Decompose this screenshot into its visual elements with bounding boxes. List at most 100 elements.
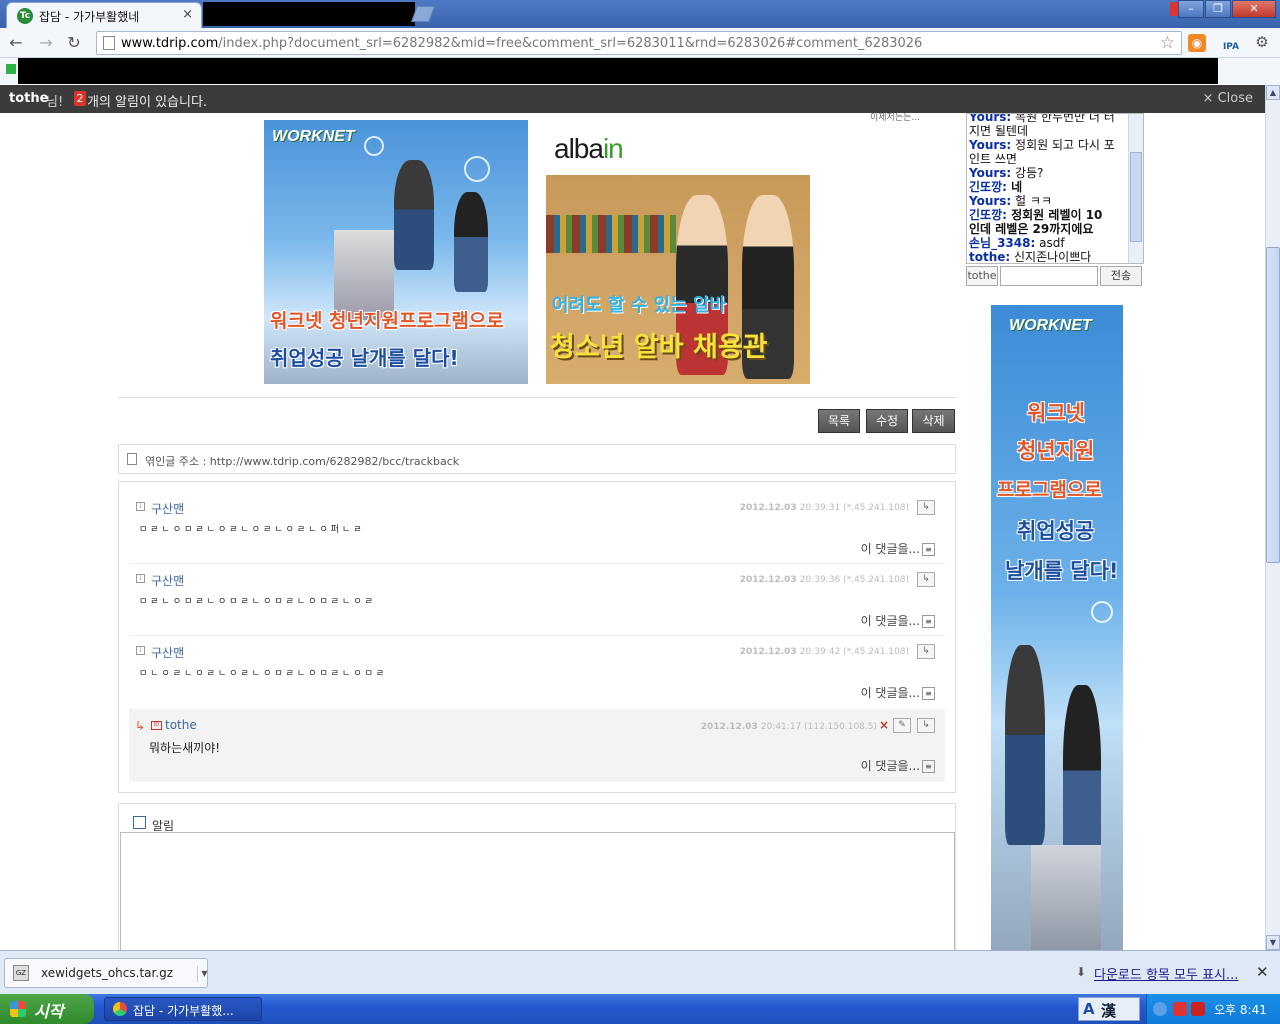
- notify-checkbox[interactable]: [133, 816, 146, 829]
- comment-actions[interactable]: 이 댓글을... ≡: [861, 612, 935, 629]
- browser-toolbar: ← → ↻ www.tdrip.com/index.php?document_s…: [0, 28, 1280, 58]
- worknet-ad-banner[interactable]: WORKNET 워크넷 청년지원프로그램으로 취업성공 날개를 달다!: [264, 120, 528, 384]
- chat-line: 인데 레벨은 29까지에요: [969, 222, 1127, 236]
- notify-count-badge[interactable]: 2: [74, 91, 86, 106]
- start-button[interactable]: 시작: [0, 994, 94, 1024]
- worknet-side-ad-banner[interactable]: WORKNET 워크넷 청년지원 프로그램으로 취업성공 날개를 달다!: [991, 305, 1123, 950]
- back-icon[interactable]: ←: [6, 33, 26, 53]
- tray-arrow-icon[interactable]: [1153, 1002, 1167, 1016]
- favicon-icon: Tc: [17, 8, 33, 24]
- worknet-headline-1: 워크넷 청년지원프로그램으로: [270, 310, 504, 332]
- wrench-icon[interactable]: ⚙: [1252, 33, 1272, 53]
- comment-meta: 2012.12.03 20:39:42 (*.45.241.108): [740, 647, 909, 657]
- comment-item: i 구산맨 2012.12.03 20:39:31 (*.45.241.108)…: [129, 500, 945, 564]
- list-button[interactable]: 목록: [818, 409, 860, 433]
- comment-item: i 구산맨 2012.12.03 20:39:36 (*.45.241.108)…: [129, 572, 945, 636]
- comment-menu-icon: ≡: [922, 543, 935, 556]
- url-path: /index.php?document_srl=6282982&mid=free…: [218, 36, 923, 51]
- taskbar-window-label: 잡담 - 가가부활했...: [133, 1004, 234, 1018]
- download-arrow-icon: ⬇: [1076, 965, 1087, 979]
- extension-ipa-icon[interactable]: IPA: [1220, 32, 1242, 54]
- chat-scrollbar[interactable]: [1128, 114, 1143, 263]
- chat-input[interactable]: [1000, 266, 1098, 286]
- reload-icon[interactable]: ↻: [64, 33, 84, 53]
- tab-active[interactable]: Tc 잡담 - 가가부활했네 ×: [6, 2, 202, 28]
- edit-button[interactable]: 수정: [866, 409, 908, 433]
- comment-time-ip: 20:41:17 (112.150.108.5): [760, 722, 877, 732]
- page-scrollbar[interactable]: ▲ ▼: [1265, 85, 1280, 950]
- close-window-icon[interactable]: ✕: [1232, 0, 1276, 18]
- side-headline-4: 취업성공: [1017, 519, 1095, 543]
- comment-meta: 2012.12.03 20:39:36 (*.45.241.108): [740, 575, 909, 585]
- chat-line: Yours: 복원 한두번만 더 터: [969, 114, 1127, 124]
- start-label: 시작: [34, 1002, 64, 1021]
- chat-top-snippet: 이제저는는...: [870, 113, 920, 123]
- tray-security-icon[interactable]: [1191, 1002, 1205, 1016]
- bookmark-star-icon[interactable]: ☆: [1160, 33, 1175, 53]
- ime-indicator[interactable]: A 漢: [1078, 997, 1140, 1021]
- comment-more-label: 이 댓글을...: [860, 614, 920, 628]
- scroll-thumb[interactable]: [1266, 247, 1280, 563]
- chat-nickname: tothe: [966, 266, 998, 286]
- comment-actions[interactable]: 이 댓글을... ≡: [861, 757, 935, 774]
- comment-author[interactable]: tothe: [165, 718, 197, 732]
- albain-logo[interactable]: albain: [554, 133, 624, 165]
- chat-line: 긴또깡: 정회원 레벨이 10: [969, 208, 1127, 222]
- chat-line: Yours: 헐 ㅋㅋ: [969, 194, 1127, 208]
- forward-icon[interactable]: →: [36, 33, 56, 53]
- chat-send-button[interactable]: 전송: [1100, 266, 1142, 286]
- comment-author[interactable]: 구산맨: [151, 644, 184, 661]
- notify-message[interactable]: 개의 알림이 있습니다.: [87, 91, 207, 110]
- trackback-url[interactable]: 엮인글 주소 : http://www.tdrip.com/6282982/bc…: [145, 453, 459, 469]
- reply-textarea[interactable]: [120, 832, 955, 950]
- restore-icon[interactable]: ❐: [1205, 0, 1231, 18]
- download-menu-icon[interactable]: ▼: [197, 966, 211, 982]
- comment-author[interactable]: 구산맨: [151, 572, 184, 589]
- show-all-downloads-link[interactable]: 다운로드 항목 모두 표시...: [1094, 964, 1238, 983]
- reply-icon[interactable]: ↳: [917, 644, 935, 659]
- comment-item-reply: ↳ ID tothe 2012.12.03 20:41:17 (112.150.…: [129, 709, 945, 782]
- comment-bullet-icon: i: [136, 574, 145, 583]
- comment-divider: [129, 635, 945, 636]
- comment-actions[interactable]: 이 댓글을... ≡: [861, 684, 935, 701]
- url-text[interactable]: www.tdrip.com/index.php?document_srl=628…: [121, 36, 922, 51]
- clock[interactable]: 오후 8:41: [1214, 1001, 1267, 1018]
- tab-close-icon[interactable]: ×: [182, 7, 193, 22]
- albain-headline-2: 청소년 알바 채용관: [550, 332, 768, 363]
- scroll-down-icon[interactable]: ▼: [1266, 935, 1280, 950]
- reply-icon[interactable]: ↳: [917, 572, 935, 587]
- chrome-icon: [113, 1002, 127, 1016]
- bookmark-app-icon[interactable]: [6, 64, 16, 74]
- comment-author[interactable]: 구산맨: [151, 500, 184, 517]
- albain-logo-in: in: [602, 133, 624, 164]
- minimize-icon[interactable]: –: [1178, 0, 1204, 18]
- comment-edit-icon[interactable]: ✎: [893, 718, 911, 733]
- delete-button[interactable]: 삭제: [912, 409, 955, 433]
- reply-icon[interactable]: ↳: [917, 500, 935, 515]
- address-bar[interactable]: www.tdrip.com/index.php?document_srl=628…: [96, 31, 1182, 55]
- albain-ad-banner[interactable]: 어려도 할 수 있는 알바 청소년 알바 채용관: [546, 175, 810, 384]
- chat-line: 긴또깡: 네: [969, 180, 1127, 194]
- rss-icon[interactable]: ◉: [1188, 34, 1206, 52]
- archive-file-icon: GZ: [13, 965, 29, 981]
- chat-line: tothe: 신지존나이쁘다: [969, 250, 1127, 263]
- chat-text: 네: [1006, 180, 1023, 194]
- chat-line: Yours: 강등?: [969, 166, 1127, 180]
- chat-sender: Yours:: [969, 166, 1012, 180]
- notify-close-button[interactable]: × Close: [1203, 91, 1253, 106]
- chat-input-row: tothe 전송: [966, 266, 1144, 286]
- comment-bullet-icon: i: [136, 502, 145, 511]
- download-item[interactable]: GZ xewidgets_ohcs.tar.gz ▼: [4, 958, 208, 988]
- chat-scroll-thumb[interactable]: [1130, 152, 1142, 242]
- close-shelf-icon[interactable]: ✕: [1256, 963, 1269, 981]
- chat-text: 정회원 레벨이 10: [1006, 208, 1103, 222]
- scroll-up-icon[interactable]: ▲: [1266, 85, 1280, 100]
- comment-actions[interactable]: 이 댓글을... ≡: [861, 540, 935, 557]
- side-headline-3: 프로그램으로: [997, 479, 1102, 501]
- taskbar-chrome-window[interactable]: 잡담 - 가가부활했...: [104, 997, 262, 1021]
- reply-icon[interactable]: ↳: [917, 718, 935, 733]
- tab-redacted[interactable]: [203, 2, 415, 26]
- comment-delete-icon[interactable]: ×: [879, 718, 889, 732]
- chat-messages: Yours: 복원 한두번만 더 터 지면 될텐데 Yours: 정회원 되고 …: [969, 114, 1127, 263]
- tray-shield-icon[interactable]: [1173, 1002, 1187, 1016]
